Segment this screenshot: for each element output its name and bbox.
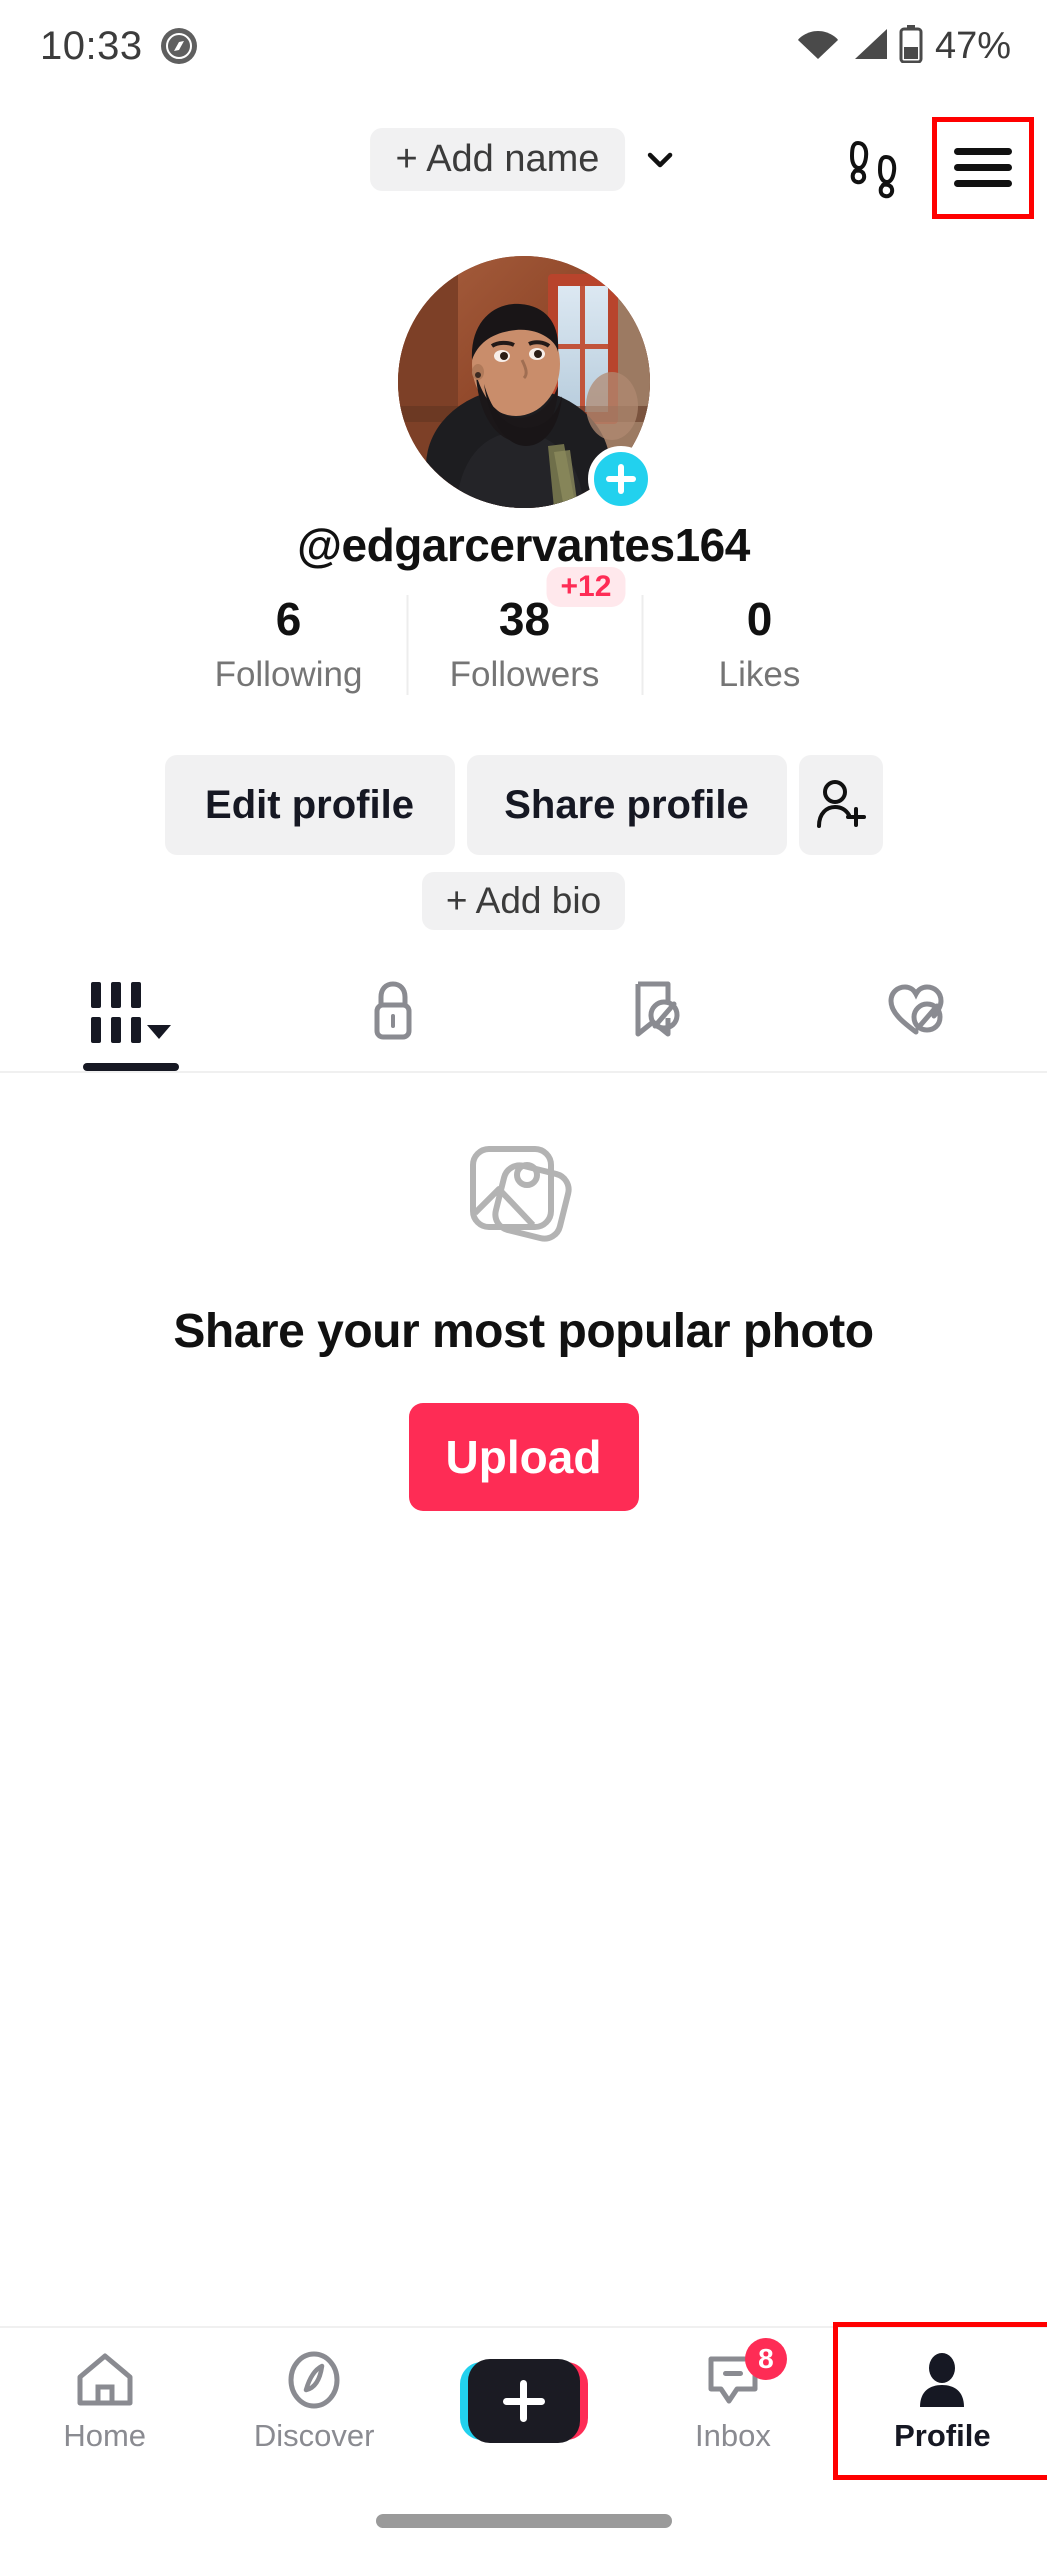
stat-following[interactable]: 6 Following (171, 593, 406, 695)
create-plus-icon[interactable] (459, 2359, 588, 2443)
stat-followers[interactable]: +12 38 Followers (406, 567, 641, 695)
grid-icon (90, 981, 141, 1043)
status-bar: 10:33 47% (0, 0, 1047, 92)
nav-label: Home (63, 2418, 147, 2453)
compass-icon (282, 2348, 346, 2412)
caret-down-icon (146, 1024, 171, 1039)
hamburger-menu-icon[interactable] (932, 117, 1034, 219)
stat-likes[interactable]: 0 Likes (641, 593, 876, 695)
stat-label: Followers (449, 654, 600, 694)
photo-stack-icon (463, 1135, 585, 1258)
nav-item-create[interactable] (419, 2327, 628, 2475)
battery-icon (899, 24, 923, 68)
nav-item-discover[interactable]: Discover (209, 2327, 418, 2475)
active-tab-underline (82, 1063, 179, 1071)
nav-label: Profile (894, 2418, 991, 2453)
wifi-icon (797, 27, 839, 66)
profile-header: + Add name (0, 117, 1047, 219)
bottom-navigation: Home Discover 8 Inbox Profile (0, 2322, 1047, 2480)
share-profile-button[interactable]: Share profile (466, 755, 787, 855)
empty-state-title: Share your most popular photo (173, 1305, 874, 1358)
bio-section: + Add bio (0, 872, 1047, 930)
compass-app-icon (160, 28, 197, 64)
nav-item-home[interactable]: Home (0, 2327, 209, 2475)
home-icon (73, 2348, 137, 2412)
nav-item-profile[interactable]: Profile (832, 2322, 1047, 2480)
upload-button[interactable]: Upload (408, 1403, 639, 1511)
edit-profile-button[interactable]: Edit profile (164, 755, 455, 855)
profile-actions: Edit profile Share profile (164, 755, 883, 855)
add-photo-plus-icon[interactable] (587, 446, 654, 512)
status-bar-left: 10:33 (40, 24, 197, 69)
tab-private[interactable] (262, 965, 524, 1071)
add-bio-button[interactable]: + Add bio (421, 872, 626, 930)
stat-value: 0 (746, 593, 773, 645)
clock: 10:33 (40, 23, 143, 68)
new-followers-badge: +12 (546, 567, 626, 607)
chevron-down-icon[interactable] (643, 143, 677, 177)
profile-username: @edgarcervantes164 (297, 519, 750, 571)
phone-screen: 10:33 47% + Add name @edgarcervantes164 … (0, 0, 1047, 2560)
avatar-wrapper[interactable] (397, 256, 654, 512)
status-bar-right: 47% (797, 24, 1011, 68)
stat-label: Likes (718, 654, 801, 694)
lock-icon (365, 979, 421, 1046)
footprints-icon[interactable] (829, 122, 921, 214)
empty-state: Share your most popular photo Upload (0, 1135, 1047, 1511)
inbox-icon: 8 (701, 2338, 787, 2412)
heart-slash-icon (884, 980, 948, 1045)
profile-stats: 6 Following +12 38 Followers 0 Likes (171, 567, 876, 695)
header-actions (829, 117, 1034, 219)
android-gesture-nav-pill[interactable] (375, 2514, 672, 2528)
inbox-unread-badge: 8 (744, 2338, 787, 2380)
tab-hidden-favorites[interactable] (524, 965, 786, 1071)
stat-value: 6 (275, 593, 302, 645)
name-group: + Add name (369, 128, 678, 191)
stat-label: Following (214, 654, 363, 694)
battery-percent: 47% (934, 24, 1011, 67)
add-name-button[interactable]: + Add name (369, 128, 626, 191)
bookmark-slash-icon (624, 978, 684, 1047)
content-tabs (0, 965, 1047, 1073)
tab-hidden-likes[interactable] (785, 965, 1047, 1071)
tab-posts-grid[interactable] (0, 965, 262, 1071)
nav-label: Inbox (695, 2418, 771, 2453)
add-person-icon[interactable] (798, 755, 883, 855)
nav-label: Discover (253, 2418, 375, 2453)
nav-item-inbox[interactable]: 8 Inbox (628, 2327, 837, 2475)
person-icon (910, 2348, 974, 2412)
cellular-signal-icon (849, 27, 889, 66)
